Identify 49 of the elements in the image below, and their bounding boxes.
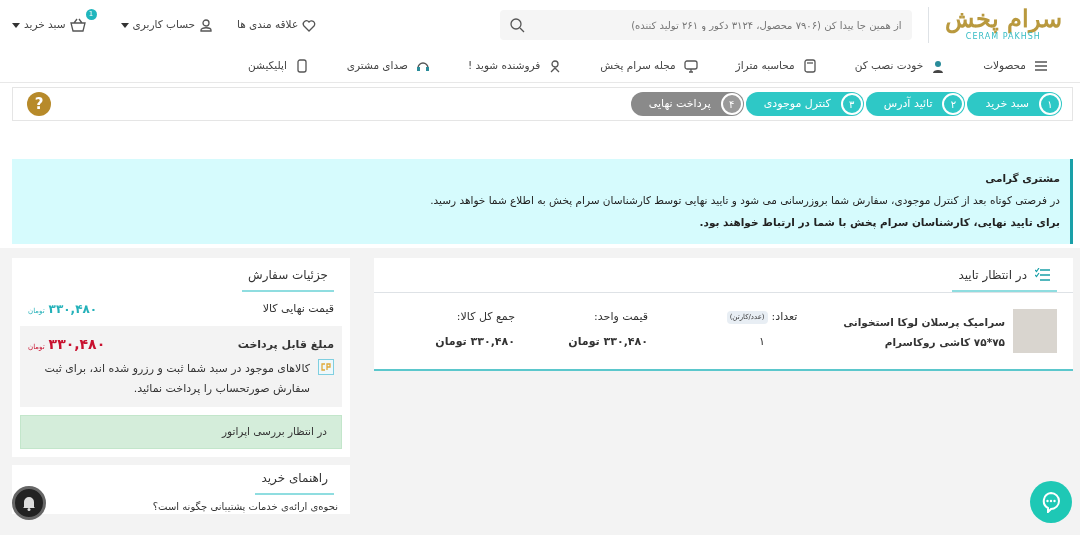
nav-link[interactable]: محاسبه متراژ (735, 58, 817, 74)
price-value: ۳۳۰,۴۸۰ تومان (567, 333, 648, 350)
info-text: کالاهای موجود در سبد شما ثبت و رزرو شده اند، برای ثبت سفارش صورتحساب را پرداخت نمائید. (43, 361, 310, 398)
notice-text: در فرصتی کوتاه بعد از کنترل موجودی، سفارش شما بروزرسانی می شود و تایید نهایی توسط کارشناسان سرام پخش به اطلاع شما خواهد رسید. (429, 192, 1060, 209)
search-icon[interactable] (508, 17, 525, 33)
card-title: جزئیات سفارش (242, 266, 334, 293)
heart-icon (302, 18, 317, 32)
wishlist-link[interactable]: علاقه مندی ها (237, 17, 317, 33)
nav-link[interactable]: صدای مشتری (346, 58, 430, 74)
headset-icon (415, 59, 430, 73)
label: قیمت واحد: (593, 309, 648, 326)
calculator-icon (802, 59, 817, 73)
logo-subtitle: CERAM PAKHSH (965, 32, 1041, 43)
nav-link[interactable]: فروشنده شوید ! (467, 58, 563, 74)
caret-icon (120, 22, 129, 28)
product-name[interactable]: سرامیک پرسلان لوکا استخوانی ۷۵*۷۵ کاشی روکاسرام (835, 313, 1005, 354)
guide-question-link[interactable]: نحوه‌ی ارائه‌ی خدمات پشتیبانی چگونه است؟ (148, 494, 342, 514)
label: تعداد: (771, 309, 798, 326)
price-label: مبلغ قابل پرداخت (237, 336, 334, 353)
price-value: ۳۳۰,۴۸۰ (48, 335, 106, 355)
basket-icon (69, 18, 86, 32)
quantity-value: ۱ (759, 333, 765, 350)
price-value: ۳۳۰,۴۸۰ (48, 301, 98, 319)
caret-icon (12, 22, 20, 28)
search-field[interactable]: از همین جا پیدا کن (۷۹۰۶ محصول، ۳۱۲۴ دکور و ۲۶۱ تولید کننده) (499, 10, 912, 40)
product-photo-placeholder (1013, 309, 1057, 354)
price-value: ۳۳۰,۴۸۰ تومان (434, 333, 515, 350)
price-label: قیمت نهایی کالا (262, 301, 334, 317)
account-menu[interactable]: حساب کاربری (120, 17, 214, 33)
nav-link[interactable]: مجله سرام پخش (600, 58, 698, 74)
notice-footer: برای تایید نهایی، کارشناسان سرام پخش با شما در ارتباط خواهند بود. (22, 214, 1060, 231)
nav-link[interactable]: محصولات (983, 58, 1048, 74)
monitor-icon (683, 59, 698, 73)
menu-icon (1034, 59, 1048, 73)
card-title: راهنمای خرید (255, 468, 334, 495)
bell-icon (22, 495, 36, 511)
label: جمع کل کالا: (455, 309, 515, 326)
checklist-icon (1035, 268, 1051, 283)
card-title: در انتظار تایید (958, 267, 1027, 285)
nav-link[interactable]: اپلیکیشن (248, 58, 309, 74)
cart-menu[interactable]: سبد خرید (12, 17, 86, 33)
worker-icon (931, 59, 946, 73)
phone-icon (294, 59, 309, 73)
nav-link[interactable]: خودت نصب کن (854, 58, 946, 74)
status-message: در انتظار بررسی اپراتور (20, 414, 342, 449)
user-icon (199, 18, 214, 32)
notice-title: مشتری گرامی (984, 171, 1060, 186)
cp-icon (318, 359, 334, 376)
chat-bubble-icon (1040, 491, 1062, 513)
